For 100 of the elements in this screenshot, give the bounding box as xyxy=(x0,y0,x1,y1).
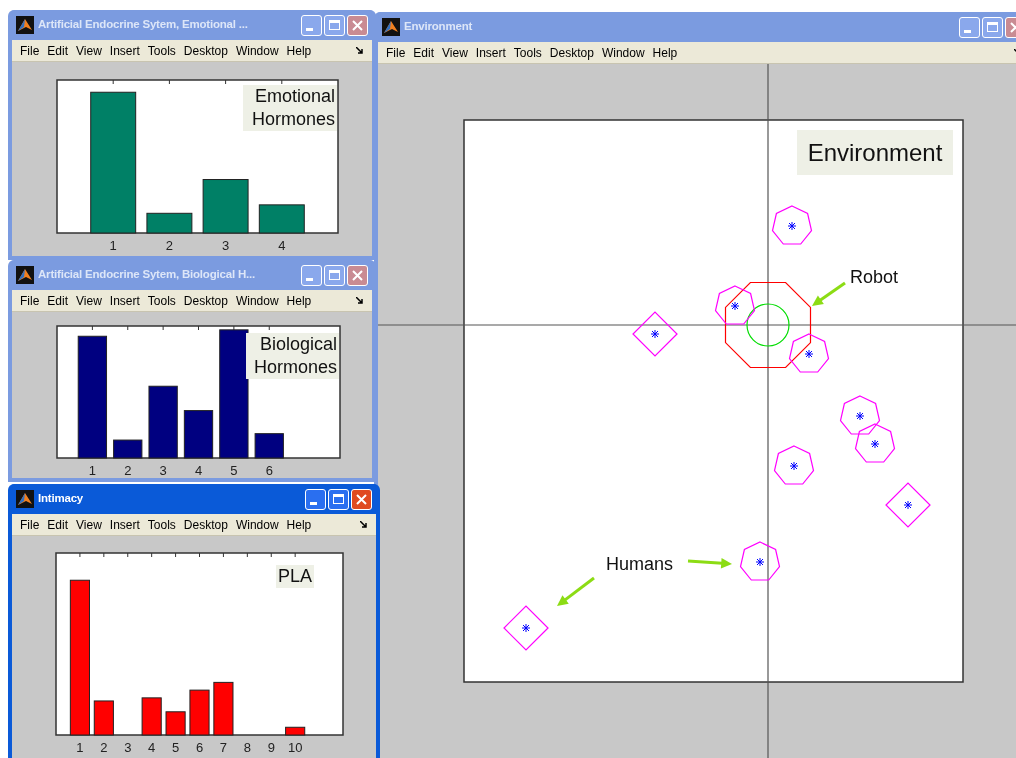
menu-item[interactable]: Edit xyxy=(409,43,439,62)
close-icon xyxy=(352,269,363,281)
menu-item[interactable]: View xyxy=(72,291,106,310)
menu-item[interactable]: Insert xyxy=(471,43,510,62)
menu-item[interactable]: Desktop xyxy=(179,41,232,60)
dock-arrow-icon[interactable] xyxy=(360,520,368,529)
menu-item[interactable]: Edit xyxy=(43,515,73,534)
maximize-button[interactable] xyxy=(328,488,349,510)
legend-label: Emotional Hormones xyxy=(243,85,337,131)
tick-label: 1 xyxy=(109,238,117,253)
menu-item[interactable]: Desktop xyxy=(179,515,232,534)
minimize-button[interactable] xyxy=(959,16,980,38)
tick-label: 4 xyxy=(194,463,203,478)
close-button[interactable] xyxy=(347,14,368,36)
arrow xyxy=(812,281,846,306)
minimize-button[interactable] xyxy=(301,14,322,36)
menu-item[interactable]: Tools xyxy=(509,43,546,62)
legend-label: PLA xyxy=(276,565,314,588)
tick-label: 9 xyxy=(267,740,275,755)
menu-item[interactable]: Window xyxy=(231,515,283,534)
menu-item[interactable]: Help xyxy=(282,291,316,310)
minimize-button[interactable] xyxy=(305,488,326,510)
menu-item[interactable]: Help xyxy=(282,515,316,534)
human-marker xyxy=(714,285,756,325)
tick-label: 5 xyxy=(171,740,180,755)
maximize-button[interactable] xyxy=(324,14,345,36)
close-button[interactable] xyxy=(351,488,372,510)
minimize-button[interactable] xyxy=(301,264,322,286)
menu-item[interactable]: File xyxy=(16,41,44,60)
menu-item[interactable]: File xyxy=(16,291,44,310)
app-icon xyxy=(16,16,34,34)
app-icon xyxy=(16,490,34,508)
bar xyxy=(146,212,193,234)
menu-item[interactable]: Help xyxy=(648,43,682,62)
menu-item[interactable]: File xyxy=(382,43,410,62)
menu-item[interactable]: Window xyxy=(231,291,283,310)
human-marker xyxy=(771,205,813,245)
bar xyxy=(202,179,249,234)
window-title: Environment xyxy=(404,19,474,35)
dock-arrow-icon[interactable] xyxy=(356,296,364,305)
legend-label: Environment xyxy=(797,130,953,175)
maximize-button[interactable] xyxy=(982,16,1003,38)
menu-item[interactable]: Window xyxy=(597,43,649,62)
menu-item[interactable]: Tools xyxy=(143,515,180,534)
app-icon xyxy=(382,18,400,36)
close-icon xyxy=(352,19,363,31)
bar xyxy=(254,433,284,459)
arrow xyxy=(687,558,732,569)
menu-item[interactable]: Edit xyxy=(43,41,73,60)
tick-label: 4 xyxy=(278,238,286,253)
tick-label: 1 xyxy=(88,463,96,478)
menu-item[interactable]: File xyxy=(16,515,44,534)
tick-label: 4 xyxy=(148,740,156,755)
window-title: Artificial Endocrine Sytem, Biological H... xyxy=(38,267,256,283)
tick-label: 2 xyxy=(100,740,108,755)
humans-label: Humans xyxy=(606,554,674,574)
maximize-button[interactable] xyxy=(324,264,345,286)
tick-label: 3 xyxy=(124,740,132,755)
bar xyxy=(141,697,162,736)
bar xyxy=(258,204,305,234)
menu-item[interactable]: Tools xyxy=(143,291,180,310)
bar xyxy=(113,439,143,459)
human-marker xyxy=(854,423,896,463)
arrow xyxy=(557,576,595,606)
menu-item[interactable]: Window xyxy=(231,41,283,60)
tick-label: 6 xyxy=(195,740,204,755)
robot-label: Robot xyxy=(850,267,899,287)
menu-item[interactable]: View xyxy=(72,41,106,60)
menu-item[interactable]: View xyxy=(438,43,472,62)
window-title: Artificial Endocrine Sytem, Emotional ... xyxy=(38,17,249,33)
menu-item[interactable]: View xyxy=(72,515,106,534)
tick-label: 10 xyxy=(287,740,303,755)
human-marker xyxy=(773,445,815,485)
human-marker xyxy=(632,311,678,357)
menu-item[interactable]: Tools xyxy=(143,41,180,60)
dock-arrow-icon[interactable] xyxy=(356,46,364,55)
tick-label: 2 xyxy=(124,463,132,478)
legend-label: Biological Hormones xyxy=(246,333,339,379)
menu-item[interactable]: Desktop xyxy=(179,291,232,310)
bar xyxy=(165,711,186,736)
menu-item[interactable]: Help xyxy=(282,41,316,60)
menu-item[interactable]: Desktop xyxy=(545,43,598,62)
close-button[interactable] xyxy=(347,264,368,286)
human-marker xyxy=(839,395,881,435)
human-marker xyxy=(739,541,781,581)
tick-label: 3 xyxy=(159,463,167,478)
menu-item[interactable]: Edit xyxy=(43,291,73,310)
close-icon xyxy=(356,493,367,505)
menu-item[interactable]: Insert xyxy=(105,291,144,310)
human-marker xyxy=(885,482,931,528)
bar xyxy=(285,726,306,736)
app-icon xyxy=(16,266,34,284)
tick-label: 2 xyxy=(165,238,173,253)
tick-label: 1 xyxy=(76,740,84,755)
tick-label: 3 xyxy=(222,238,230,253)
menu-item[interactable]: Insert xyxy=(105,41,144,60)
tick-label: 8 xyxy=(243,740,251,755)
bar xyxy=(93,700,114,736)
tick-label: 7 xyxy=(219,740,228,755)
menu-item[interactable]: Insert xyxy=(105,515,144,534)
